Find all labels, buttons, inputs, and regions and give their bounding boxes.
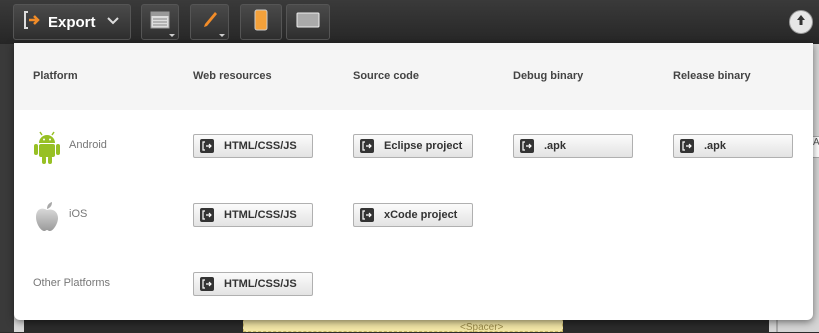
apple-icon bbox=[32, 200, 62, 234]
platform-row-other: Other Platforms HTML/CSS/JS bbox=[14, 261, 813, 311]
export-file-icon bbox=[200, 208, 214, 222]
ios-web-export-button[interactable]: HTML/CSS/JS bbox=[193, 203, 313, 227]
android-release-export-label: .apk bbox=[704, 140, 727, 152]
android-web-export-label: HTML/CSS/JS bbox=[224, 140, 297, 152]
platform-row-android: Android HTML/CSS/JS Eclipse project .apk… bbox=[14, 123, 813, 173]
platform-label-other: Other Platforms bbox=[33, 277, 111, 289]
column-header-platform: Platform bbox=[33, 70, 78, 82]
android-icon bbox=[32, 131, 62, 165]
caret-down-icon bbox=[169, 34, 175, 37]
export-panel: Platform Web resources Source code Debug… bbox=[14, 43, 813, 320]
ios-source-export-label: xCode project bbox=[384, 209, 458, 221]
pencil-icon bbox=[201, 10, 219, 35]
column-header-release: Release binary bbox=[673, 70, 751, 82]
export-icon bbox=[22, 10, 42, 35]
tablet-view-button[interactable] bbox=[286, 4, 330, 40]
arrow-up-icon bbox=[795, 13, 807, 31]
column-header-debug: Debug binary bbox=[513, 70, 584, 82]
ios-web-export-label: HTML/CSS/JS bbox=[224, 209, 297, 221]
tablet-icon bbox=[296, 12, 320, 33]
export-button[interactable]: Export bbox=[13, 4, 131, 40]
android-source-export-button[interactable]: Eclipse project bbox=[353, 134, 473, 158]
canvas-spacer bbox=[243, 318, 563, 332]
android-source-export-label: Eclipse project bbox=[384, 140, 463, 152]
column-header-source: Source code bbox=[353, 70, 420, 82]
export-label: Export bbox=[48, 13, 96, 31]
other-web-export-button[interactable]: HTML/CSS/JS bbox=[193, 272, 313, 296]
upload-button[interactable] bbox=[789, 10, 813, 34]
phone-icon bbox=[254, 9, 268, 36]
export-file-icon bbox=[520, 139, 534, 153]
panel-header: Platform Web resources Source code Debug… bbox=[14, 43, 813, 110]
left-panel-bg bbox=[0, 44, 14, 332]
platform-label-android: Android bbox=[69, 139, 107, 151]
column-header-web: Web resources bbox=[193, 70, 272, 82]
other-web-export-label: HTML/CSS/JS bbox=[224, 278, 297, 290]
android-debug-export-label: .apk bbox=[544, 140, 567, 152]
platform-row-ios: iOS HTML/CSS/JS xCode project bbox=[14, 192, 813, 242]
caret-down-icon bbox=[219, 34, 225, 37]
toolbar: Export bbox=[0, 0, 819, 44]
android-web-export-button[interactable]: HTML/CSS/JS bbox=[193, 134, 313, 158]
phone-view-button[interactable] bbox=[240, 4, 282, 40]
spacer-label: <Spacer> bbox=[460, 322, 504, 333]
android-release-export-button[interactable]: .apk bbox=[673, 134, 793, 158]
export-file-icon bbox=[200, 277, 214, 291]
export-file-icon bbox=[680, 139, 694, 153]
export-file-icon bbox=[360, 139, 374, 153]
ios-source-export-button[interactable]: xCode project bbox=[353, 203, 473, 227]
export-file-icon bbox=[360, 208, 374, 222]
export-file-icon bbox=[200, 139, 214, 153]
platform-label-ios: iOS bbox=[69, 208, 88, 220]
layout-icon bbox=[150, 11, 170, 34]
pencil-button[interactable] bbox=[190, 4, 229, 40]
chevron-down-icon bbox=[106, 13, 120, 31]
android-debug-export-button[interactable]: .apk bbox=[513, 134, 633, 158]
layout-button[interactable] bbox=[141, 4, 179, 40]
